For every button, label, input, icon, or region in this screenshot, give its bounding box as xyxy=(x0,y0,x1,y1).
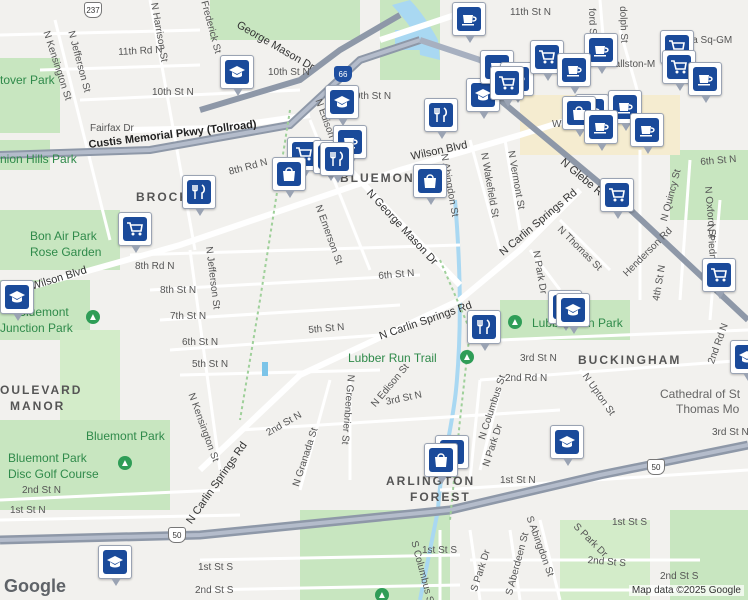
route-237-shield-icon: 237 xyxy=(84,2,102,18)
fork-knife-icon xyxy=(187,180,211,204)
road-label-2nd-w: 2nd St N xyxy=(22,485,61,496)
park-tree-icon: ▲ xyxy=(375,588,389,600)
poi-pin-cafe[interactable] xyxy=(688,62,722,103)
road-label-2nd-s-f: 2nd St S xyxy=(660,571,699,582)
poi-pin-school[interactable] xyxy=(730,340,748,381)
poi-pin-cafe[interactable] xyxy=(452,2,486,43)
place-bon-air: Bon Air Park xyxy=(30,229,97,243)
poi-pin-shopping[interactable] xyxy=(272,157,306,198)
poi-pin-restaurant[interactable] xyxy=(424,98,458,139)
poi-pin-school[interactable] xyxy=(98,545,132,586)
coffee-cup-icon xyxy=(589,38,613,62)
poi-pin-grocery[interactable] xyxy=(118,212,152,253)
road-label-2nd-s: 2nd St S xyxy=(195,585,234,596)
poi-pin-grocery[interactable] xyxy=(702,258,736,299)
road-label-dolph: dolph St xyxy=(617,5,630,44)
park-tree-icon: ▲ xyxy=(508,315,522,329)
place-boulevard: OULEVARD xyxy=(0,383,83,397)
place-manor: MANOR xyxy=(10,399,66,413)
place-disc-golf-2: Disc Golf Course xyxy=(8,467,99,481)
road-label-3rd-e: 3rd St N xyxy=(712,427,748,438)
coffee-cup-icon xyxy=(562,58,586,82)
poi-pin-restaurant[interactable] xyxy=(467,310,501,351)
google-logo: Google xyxy=(4,576,66,596)
poi-pin-school[interactable] xyxy=(550,425,584,466)
fork-knife-icon xyxy=(429,103,453,127)
map-credit: Map data ©2025 Google xyxy=(628,585,744,596)
road-label-5th: 5th St N xyxy=(192,359,229,370)
poi-pin-shopping[interactable] xyxy=(413,164,447,205)
coffee-cup-icon xyxy=(635,118,659,142)
place-lubber-run-trail: Lubber Run Trail xyxy=(348,351,437,365)
place-disc-golf: Bluemont Park xyxy=(8,451,87,465)
place-rose-garden: Rose Garden xyxy=(30,245,102,259)
coffee-cup-icon xyxy=(693,67,717,91)
coffee-cup-icon xyxy=(589,115,613,139)
poi-pin-school[interactable] xyxy=(0,280,34,321)
place-junction-park: Junction Park xyxy=(0,321,73,335)
poi-pin-grocery[interactable] xyxy=(600,178,634,219)
shopping-cart-icon xyxy=(123,217,147,241)
shopping-cart-icon xyxy=(495,71,519,95)
shopping-cart-icon xyxy=(707,263,731,287)
poi-pin-cafe[interactable] xyxy=(584,110,618,151)
poi-pin-school[interactable] xyxy=(325,85,359,126)
graduation-cap-icon xyxy=(555,430,579,454)
graduation-cap-icon xyxy=(225,60,249,84)
road-label-10th-e: 10th St N xyxy=(268,67,310,78)
poi-pin-restaurant[interactable] xyxy=(320,142,354,183)
coffee-cup-icon xyxy=(457,7,481,31)
shopping-bag-icon xyxy=(429,448,453,472)
road-label-1st-w: 1st St N xyxy=(10,505,46,516)
fork-knife-icon xyxy=(325,147,349,171)
road-label-8th: 8th St N xyxy=(160,285,197,296)
place-hills-park: nion Hills Park xyxy=(0,152,77,166)
road-label-fairfax: Fairfax Dr xyxy=(90,123,134,134)
place-bluemont-park: Bluemont Park xyxy=(86,429,165,443)
road-label-1st-s-e: 1st St S xyxy=(612,517,648,528)
graduation-cap-icon xyxy=(103,550,127,574)
graduation-cap-icon xyxy=(735,345,748,369)
road-label-6th: 6th St N xyxy=(182,337,219,348)
road-label-1st: 1st St N xyxy=(500,475,536,486)
place-cathedral-2: Thomas Mo xyxy=(676,402,740,416)
road-label-9th: 9th St N xyxy=(355,91,392,102)
graduation-cap-icon xyxy=(330,90,354,114)
road-label-7th: 7th St N xyxy=(170,311,207,322)
road-label-10th: 10th St N xyxy=(152,87,194,98)
poi-pin-grocery[interactable] xyxy=(490,66,524,107)
park-tree-icon: ▲ xyxy=(86,310,100,324)
park-tree-icon: ▲ xyxy=(460,350,474,364)
us-50-shield-icon: 50 xyxy=(168,527,186,543)
shopping-cart-icon xyxy=(605,183,629,207)
map[interactable]: Custis Memorial Pkwy (Tollroad) Wilson B… xyxy=(0,0,748,600)
place-overpark: tover Park xyxy=(0,73,55,87)
road-label-1st-s-c: 1st St S xyxy=(198,562,234,573)
shopping-bag-icon xyxy=(277,162,301,186)
road-label-w: W xyxy=(552,119,562,130)
place-forest: FOREST xyxy=(410,490,471,504)
place-buckingham: BUCKINGHAM xyxy=(578,353,682,367)
graduation-cap-icon xyxy=(5,285,29,309)
road-label-1st-s: 1st St S xyxy=(422,545,458,556)
shopping-bag-icon xyxy=(418,169,442,193)
shopping-cart-icon xyxy=(535,45,559,69)
road-label-3rd-c: 3rd St N xyxy=(520,353,557,364)
graduation-cap-icon xyxy=(561,298,585,322)
poi-pin-shopping[interactable] xyxy=(424,443,458,484)
poi-pin-cafe[interactable] xyxy=(557,53,591,94)
interstate-66-shield-icon: 66 xyxy=(334,66,352,82)
poi-pin-restaurant[interactable] xyxy=(182,175,216,216)
road-label-2nd-rd: 2nd Rd N xyxy=(505,373,548,384)
road-label-11th: 11th St N xyxy=(510,7,551,18)
road-label-8th-rd-w: 8th Rd N xyxy=(135,261,175,272)
us-50-shield-icon: 50 xyxy=(647,459,665,475)
park-tree-icon: ▲ xyxy=(118,456,132,470)
poi-pin-school[interactable] xyxy=(556,293,590,334)
poi-pin-school[interactable] xyxy=(220,55,254,96)
road-label-virginia-sq: ia Sq-GM xyxy=(690,35,733,46)
place-cathedral: Cathedral of St xyxy=(660,387,741,401)
poi-pin-cafe[interactable] xyxy=(630,113,664,154)
fork-knife-icon xyxy=(472,315,496,339)
